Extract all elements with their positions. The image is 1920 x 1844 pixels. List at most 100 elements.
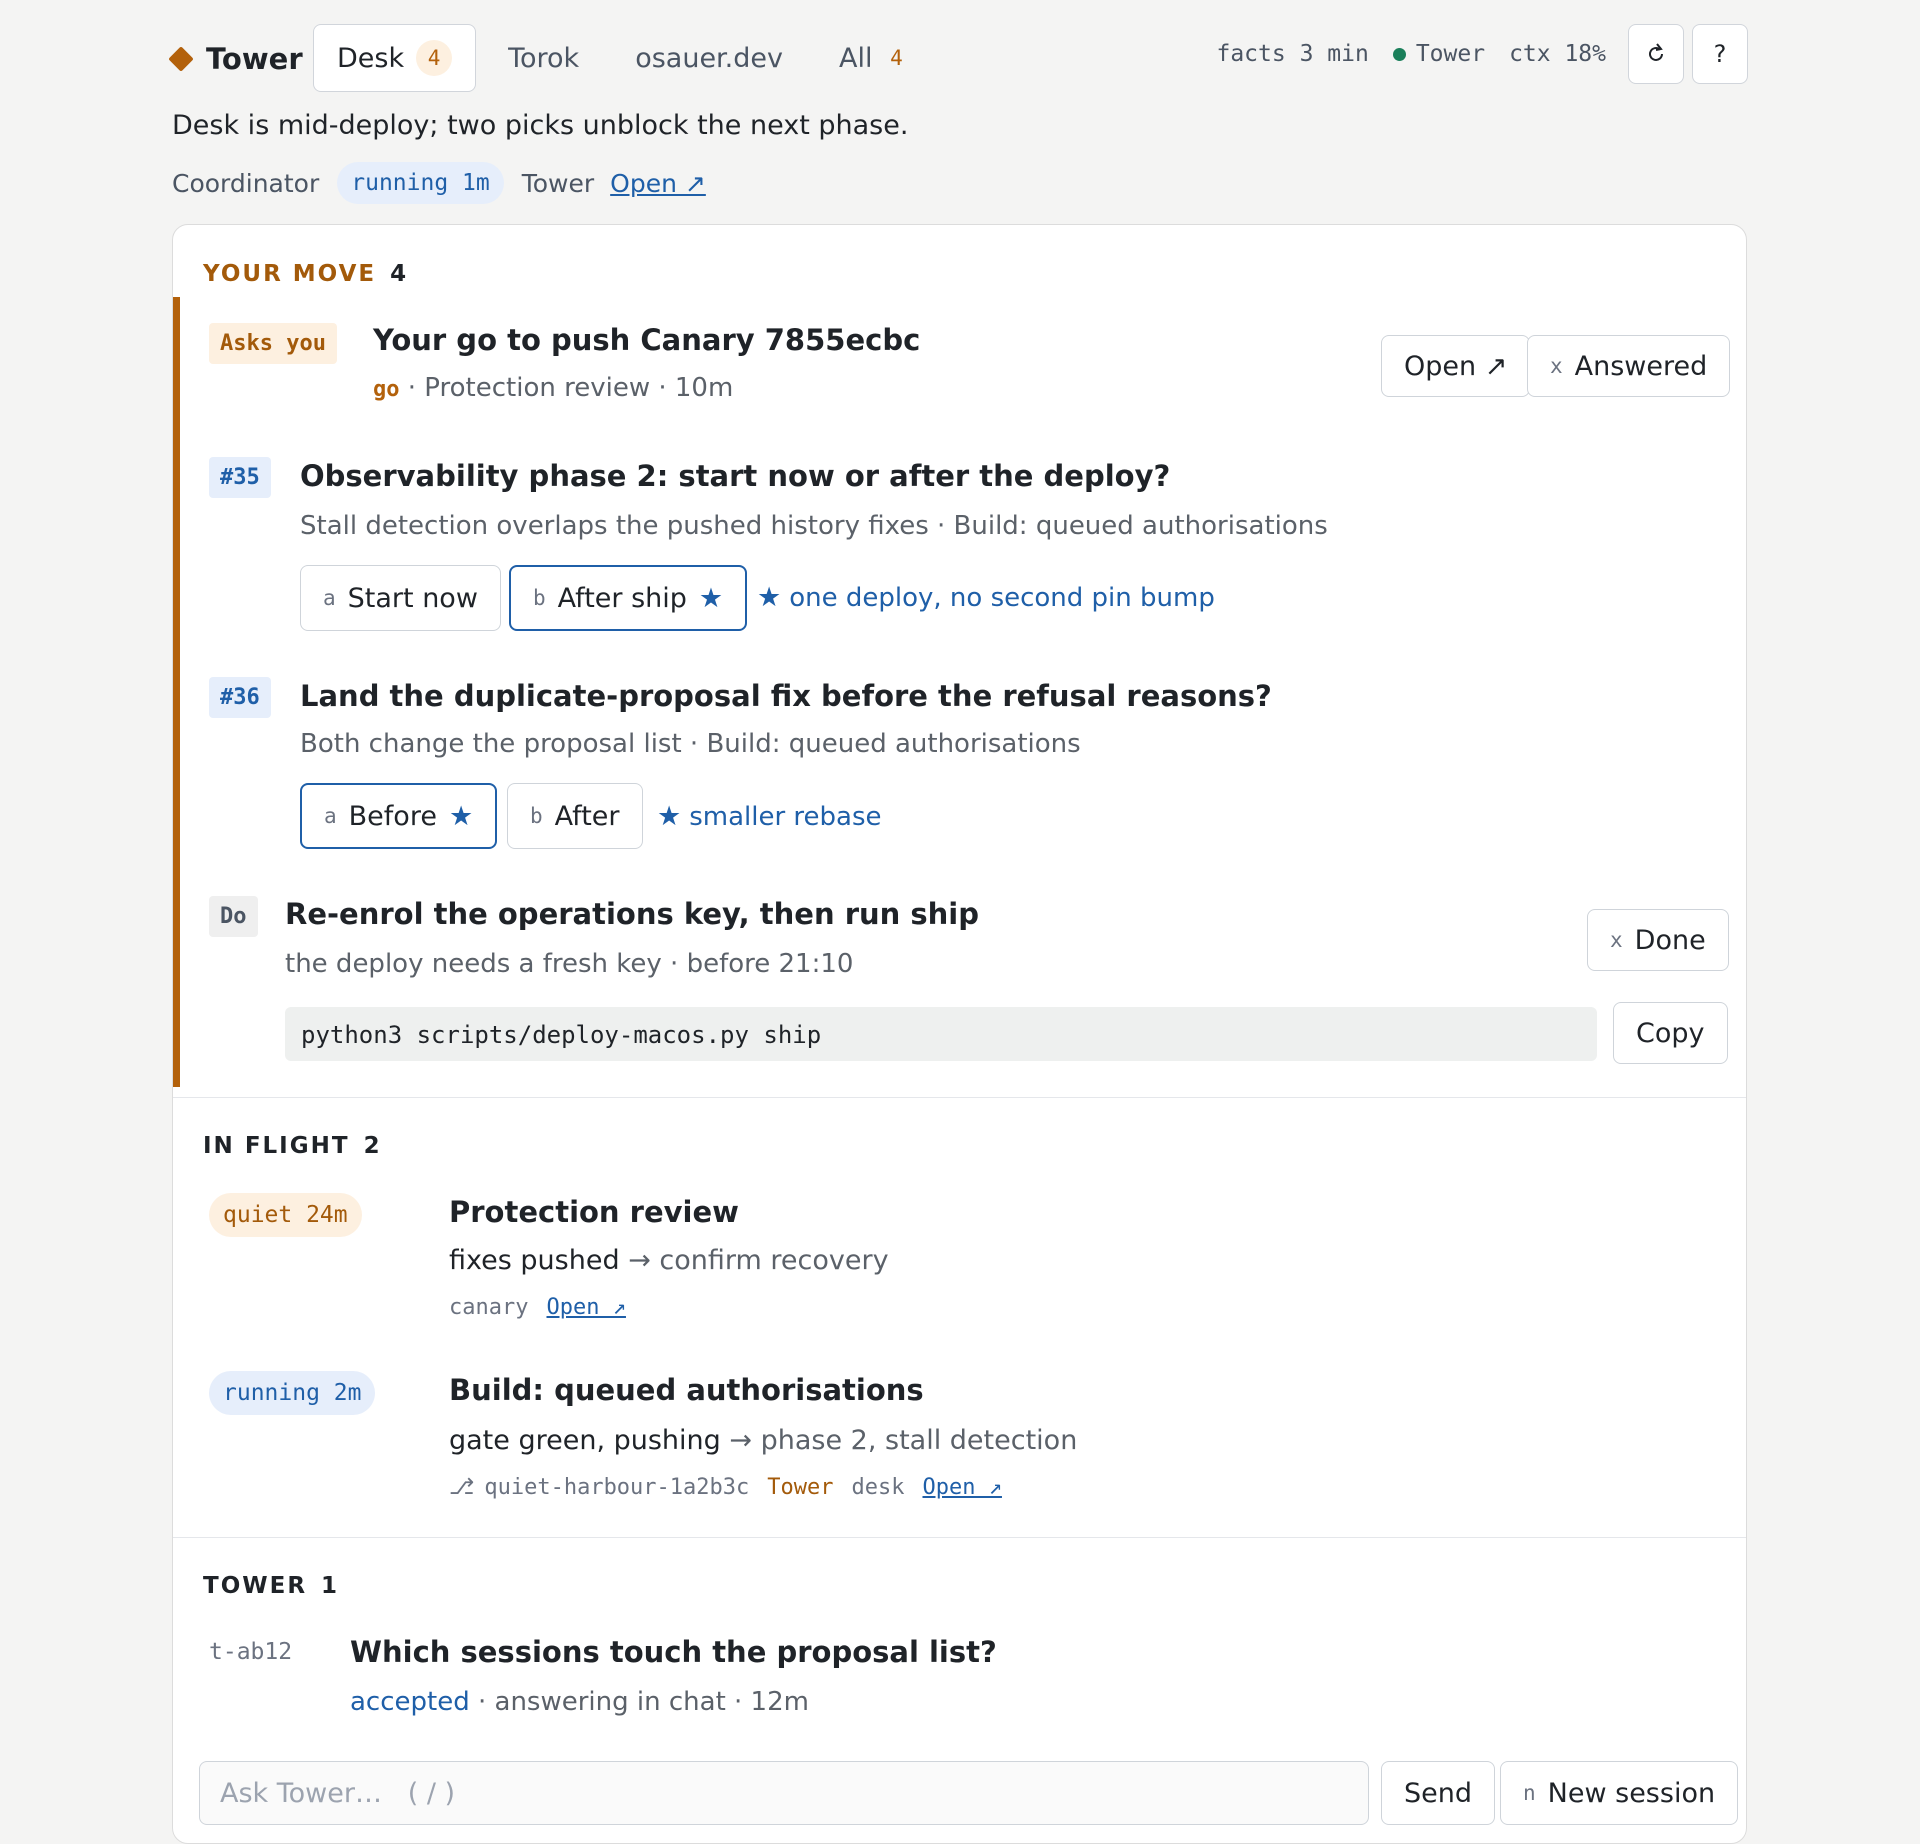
progress-from: gate green, pushing bbox=[449, 1425, 721, 1456]
recommendation-text: one deploy, no second pin bump bbox=[789, 583, 1215, 613]
tab-count: 4 bbox=[890, 46, 903, 70]
progress-from: fixes pushed bbox=[449, 1245, 620, 1276]
shortcut-key: b bbox=[530, 804, 543, 828]
tab-desk[interactable]: Desk 4 bbox=[313, 24, 477, 92]
flight-meta: ⎇ quiet-harbour-1a2b3c Tower desk Open ↗ bbox=[449, 1475, 1002, 1500]
tab-label: Desk bbox=[337, 42, 405, 74]
section-label: IN FLIGHT bbox=[203, 1133, 350, 1159]
star-icon: ★ bbox=[657, 801, 682, 832]
flight-progress: gate green, pushing → phase 2, stall det… bbox=[449, 1425, 1077, 1456]
section-count: 4 bbox=[390, 261, 409, 287]
thread-id: t-ab12 bbox=[209, 1639, 293, 1665]
q35-option-start-now[interactable]: a Start now bbox=[300, 565, 501, 631]
shortcut-key: n bbox=[1523, 1781, 1536, 1805]
q36-option-after[interactable]: b After bbox=[507, 783, 643, 849]
arrow-right-icon: → bbox=[628, 1245, 651, 1276]
ask-sub-text: · Protection review · 10m bbox=[399, 373, 734, 403]
section-divider bbox=[173, 1537, 1746, 1538]
q35-option-after-ship[interactable]: b After ship ★ bbox=[509, 565, 748, 631]
refresh-button[interactable] bbox=[1628, 24, 1684, 84]
shortcut-key: x bbox=[1610, 928, 1623, 952]
diamond-icon bbox=[168, 46, 194, 72]
thread-sub: accepted · answering in chat · 12m bbox=[350, 1687, 809, 1717]
brand: Tower bbox=[168, 42, 303, 76]
q35-recommendation: ★ one deploy, no second pin bump bbox=[757, 582, 1215, 613]
shortcut-key: a bbox=[323, 586, 336, 610]
command-snippet[interactable]: python3 scripts/deploy-macos.py ship bbox=[285, 1007, 1597, 1061]
star-icon: ★ bbox=[448, 800, 474, 832]
copy-button[interactable]: Copy bbox=[1613, 1002, 1728, 1064]
todo-title: Re-enrol the operations key, then run sh… bbox=[285, 897, 979, 931]
q36-sub: Both change the proposal list · Build: q… bbox=[300, 729, 1081, 759]
recommendation-text: smaller rebase bbox=[689, 802, 882, 832]
option-label: Start now bbox=[347, 582, 478, 614]
tower-open-link[interactable]: Open ↗ bbox=[610, 169, 706, 198]
ask-open-button[interactable]: Open ↗ bbox=[1381, 335, 1531, 397]
help-button[interactable]: ? bbox=[1692, 24, 1748, 84]
brand-name: Tower bbox=[206, 42, 303, 76]
online-dot-icon bbox=[1392, 48, 1406, 61]
progress-to: phase 2, stall detection bbox=[760, 1425, 1078, 1456]
done-button[interactable]: x Done bbox=[1587, 909, 1729, 971]
section-label: YOUR MOVE bbox=[203, 261, 377, 287]
tab-all[interactable]: All 4 bbox=[815, 24, 932, 92]
owner-tag: Tower bbox=[767, 1475, 834, 1500]
send-button[interactable]: Send bbox=[1381, 1761, 1496, 1825]
tab-count: 4 bbox=[416, 40, 453, 76]
section-label: TOWER bbox=[203, 1573, 308, 1599]
flight-env: canary bbox=[449, 1295, 529, 1320]
q35-title: Observability phase 2: start now or afte… bbox=[300, 459, 1171, 493]
tower-heading: TOWER 1 bbox=[203, 1573, 339, 1599]
tab-osauer-dev[interactable]: osauer.dev bbox=[611, 24, 807, 92]
do-badge: Do bbox=[209, 896, 258, 937]
star-icon: ★ bbox=[757, 582, 782, 613]
q36-title: Land the duplicate-proposal fix before t… bbox=[300, 679, 1272, 713]
status-badge: quiet 24m bbox=[209, 1193, 362, 1237]
option-label: Before bbox=[348, 800, 437, 832]
flight-title: Protection review bbox=[449, 1195, 739, 1229]
q36-recommendation: ★ smaller rebase bbox=[657, 801, 882, 832]
issue-36-badge: #36 bbox=[209, 677, 271, 718]
answered-label: Answered bbox=[1574, 350, 1708, 382]
coordinator-line: Coordinator running 1m Tower Open ↗ bbox=[172, 162, 706, 204]
coordinator-label: Coordinator bbox=[172, 168, 320, 198]
tab-label: All bbox=[839, 42, 873, 74]
asks-you-badge: Asks you bbox=[209, 323, 337, 364]
coordinator-status-badge: running 1m bbox=[337, 162, 504, 204]
ask-tower-input[interactable] bbox=[199, 1761, 1369, 1825]
shortcut-key: x bbox=[1550, 354, 1563, 378]
shortcut-key: b bbox=[533, 586, 546, 610]
flight-open-link[interactable]: Open ↗ bbox=[546, 1295, 625, 1320]
answered-button[interactable]: x Answered bbox=[1527, 335, 1731, 397]
tab-torok[interactable]: Torok bbox=[484, 24, 603, 92]
shortcut-key: a bbox=[324, 804, 337, 828]
top-bar: Tower Desk 4 Torok osauer.dev All 4 fact… bbox=[168, 24, 1748, 92]
flight-meta: canary Open ↗ bbox=[449, 1295, 626, 1320]
option-label: After ship bbox=[557, 582, 687, 614]
ask-sub: go · Protection review · 10m bbox=[373, 373, 733, 403]
progress-to: confirm recovery bbox=[659, 1245, 889, 1276]
status-bar: facts 3 min Tower ctx 18% ? bbox=[1192, 24, 1748, 84]
flight-open-link[interactable]: Open ↗ bbox=[922, 1475, 1001, 1500]
tower-label: Tower bbox=[521, 168, 595, 198]
page-summary: Desk is mid-deploy; two picks unblock th… bbox=[172, 110, 909, 141]
facts-status: facts 3 min bbox=[1216, 41, 1369, 67]
session-id: quiet-harbour-1a2b3c bbox=[484, 1475, 750, 1500]
your-move-heading: YOUR MOVE 4 bbox=[203, 261, 408, 287]
status-badge: running 2m bbox=[209, 1371, 376, 1415]
refresh-icon bbox=[1649, 43, 1663, 61]
flight-title: Build: queued authorisations bbox=[449, 1373, 924, 1407]
main-card: YOUR MOVE 4 Asks you Your go to push Cana… bbox=[172, 224, 1747, 1844]
thread-state: accepted bbox=[350, 1687, 470, 1717]
ctx-status: ctx 18% bbox=[1509, 41, 1606, 67]
thread-title[interactable]: Which sessions touch the proposal list? bbox=[350, 1635, 997, 1669]
go-tag: go bbox=[373, 377, 400, 402]
flight-progress: fixes pushed → confirm recovery bbox=[449, 1245, 889, 1276]
option-label: After bbox=[554, 800, 620, 832]
ask-title: Your go to push Canary 7855ecbc bbox=[373, 323, 921, 357]
q36-option-before[interactable]: a Before ★ bbox=[300, 783, 498, 849]
new-session-button[interactable]: n New session bbox=[1500, 1761, 1739, 1825]
scope-tag: desk bbox=[851, 1475, 905, 1500]
in-flight-heading: IN FLIGHT 2 bbox=[203, 1133, 382, 1159]
star-icon: ★ bbox=[698, 582, 724, 614]
